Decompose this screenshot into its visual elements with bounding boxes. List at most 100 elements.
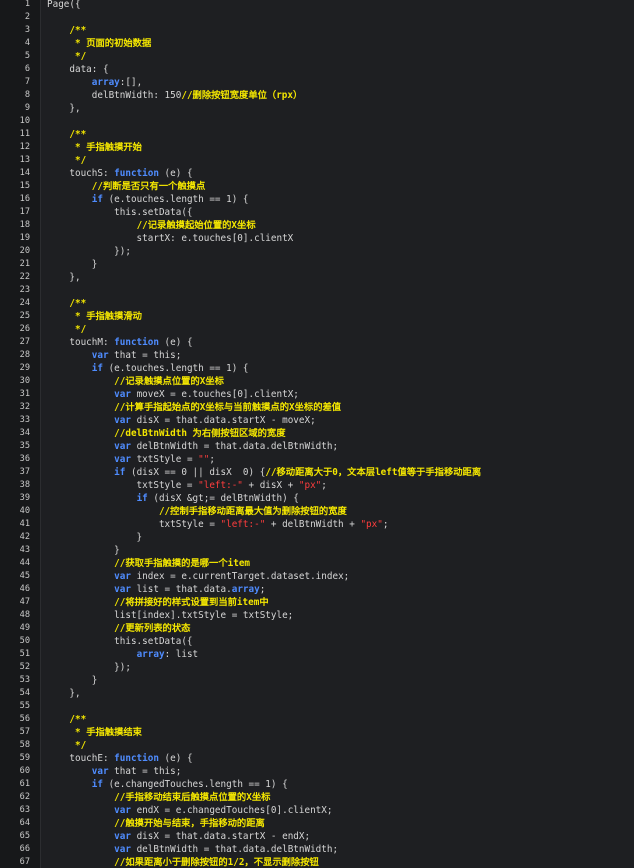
code-line[interactable]: //如果距离小于删除按钮的1/2，不显示删除按钮	[47, 856, 319, 868]
code-line[interactable]: //记录触摸起始位置的X坐标	[47, 219, 256, 232]
line-number: 56	[19, 714, 30, 724]
code-line[interactable]: //触摸开始与结束，手指移动的距离	[47, 817, 265, 830]
code-token-plain: (e.changedTouches.length == 1) {	[102, 779, 288, 790]
code-token-plain: data: {	[47, 64, 109, 75]
code-line[interactable]: //将拼接好的样式设置到当前item中	[47, 596, 268, 609]
code-token-kw: var	[114, 441, 131, 452]
code-line[interactable]: //计算手指起始点的X坐标与当前触摸点的X坐标的差值	[47, 401, 341, 414]
code-token-kw: var	[114, 805, 131, 816]
code-line[interactable]: * 手指触摸滑动	[47, 310, 142, 323]
code-line[interactable]: * 页面的初始数据	[47, 37, 151, 50]
code-line[interactable]: var delBtnWidth = that.data.delBtnWidth;	[47, 843, 338, 856]
code-token-plain: moveX = e.touches[0].clientX;	[130, 389, 299, 400]
code-line[interactable]: */	[47, 154, 86, 167]
code-line[interactable]: var list = that.data.array;	[47, 583, 265, 596]
code-line[interactable]: }	[47, 258, 98, 271]
code-line[interactable]: var that = this;	[47, 349, 182, 362]
line-number: 17	[19, 207, 30, 217]
code-line[interactable]: //获取手指触摸的是哪一个item	[47, 557, 250, 570]
code-line[interactable]: }	[47, 674, 98, 687]
code-line[interactable]: var endX = e.changedTouches[0].clientX;	[47, 804, 332, 817]
code-line[interactable]: this.setData({	[47, 635, 192, 648]
code-line[interactable]: delBtnWidth: 150//删除按钮宽度单位（rpx）	[47, 89, 303, 102]
code-area[interactable]: Page({ /** * 页面的初始数据 */ data: { array:[]…	[40, 0, 634, 868]
code-line[interactable]: if (e.touches.length == 1) {	[47, 193, 249, 206]
code-line[interactable]: /**	[47, 297, 86, 310]
line-number: 59	[19, 753, 30, 763]
code-line[interactable]: }	[47, 531, 143, 544]
code-token-plain: disX = that.data.startX - endX;	[130, 831, 311, 842]
code-line[interactable]: /**	[47, 24, 86, 37]
code-token-cm: //计算手指起始点的X坐标与当前触摸点的X坐标的差值	[114, 402, 342, 413]
code-line[interactable]: },	[47, 271, 80, 284]
code-line[interactable]: },	[47, 687, 80, 700]
code-line[interactable]: });	[47, 245, 131, 258]
line-number: 26	[19, 324, 30, 334]
code-line[interactable]: var moveX = e.touches[0].clientX;	[47, 388, 299, 401]
code-line[interactable]: if (e.touches.length == 1) {	[47, 362, 249, 375]
line-number: 9	[24, 103, 30, 113]
code-token-plain: ;	[259, 584, 266, 595]
line-number: 12	[19, 142, 30, 152]
code-line[interactable]: data: {	[47, 63, 109, 76]
code-line[interactable]: startX: e.touches[0].clientX	[47, 232, 294, 245]
code-token-plain: + delBtnWidth +	[265, 519, 361, 530]
line-number: 37	[19, 467, 30, 477]
code-token-plain: disX = that.data.startX - moveX;	[130, 415, 316, 426]
line-number: 3	[24, 25, 30, 35]
code-token-arr: array	[91, 77, 120, 88]
code-token-plain: list[index].txtStyle = txtStyle;	[47, 610, 294, 621]
code-line[interactable]: },	[47, 102, 80, 115]
code-line[interactable]: var txtStyle = "";	[47, 453, 215, 466]
code-token-plain: txtStyle =	[130, 454, 199, 465]
code-line[interactable]: var disX = that.data.startX - moveX;	[47, 414, 316, 427]
code-token-cm: */	[75, 51, 87, 62]
code-line[interactable]: //手指移动结束后触摸点位置的X坐标	[47, 791, 270, 804]
line-number: 65	[19, 831, 30, 841]
code-line[interactable]: var delBtnWidth = that.data.delBtnWidth;	[47, 440, 338, 453]
code-line[interactable]: list[index].txtStyle = txtStyle;	[47, 609, 293, 622]
code-line[interactable]: /**	[47, 713, 86, 726]
code-token-cm: * 手指触摸结束	[75, 727, 142, 738]
code-token-plain: touchE:	[47, 753, 115, 764]
code-line[interactable]: //记录触摸点位置的X坐标	[47, 375, 224, 388]
code-token-plain: (disX == 0 || disX 0) {	[125, 467, 266, 478]
code-line[interactable]: touchE: function (e) {	[47, 752, 192, 765]
code-token-kw: var	[114, 844, 131, 855]
code-line[interactable]: * 手指触摸结束	[47, 726, 142, 739]
code-token-plain: (disX &gt;= delBtnWidth) {	[147, 493, 299, 504]
code-line[interactable]: array:[],	[47, 76, 142, 89]
code-line[interactable]: var disX = that.data.startX - endX;	[47, 830, 310, 843]
code-line[interactable]: var index = e.currentTarget.dataset.inde…	[47, 570, 349, 583]
code-line[interactable]: */	[47, 50, 86, 63]
code-line[interactable]: //更新列表的状态	[47, 622, 190, 635]
code-editor[interactable]: 1 2 3 4 5 6 7 8 9 10 11 12 13 14 15 16 17 18 19 20 21 22 23 24 2…	[0, 0, 634, 868]
code-line[interactable]: /**	[47, 128, 86, 141]
code-line[interactable]: //delBtnWidth 为右侧按钮区域的宽度	[47, 427, 285, 440]
code-line[interactable]: */	[47, 739, 86, 752]
code-line[interactable]: //控制手指移动距离最大值为删除按钮的宽度	[47, 505, 347, 518]
code-line[interactable]: if (e.changedTouches.length == 1) {	[47, 778, 288, 791]
code-line[interactable]: if (disX == 0 || disX 0) {//移动距离大于0，文本层l…	[47, 466, 481, 479]
code-line[interactable]: this.setData({	[47, 206, 192, 219]
line-number: 66	[19, 844, 30, 854]
code-line[interactable]: touchS: function (e) {	[47, 167, 192, 180]
code-line[interactable]: txtStyle = "left:-" + delBtnWidth + "px"…	[47, 518, 389, 531]
code-line[interactable]: var that = this;	[47, 765, 182, 778]
code-line[interactable]: txtStyle = "left:-" + disX + "px";	[47, 479, 327, 492]
code-line[interactable]: */	[47, 323, 86, 336]
code-line[interactable]: array: list	[47, 648, 199, 661]
code-line[interactable]: Page({	[47, 0, 81, 11]
code-line[interactable]: //判断是否只有一个触摸点	[47, 180, 205, 193]
code-token-arr: array	[231, 584, 260, 595]
code-line[interactable]: touchM: function (e) {	[47, 336, 192, 349]
code-line[interactable]: * 手指触摸开始	[47, 141, 142, 154]
code-line[interactable]: }	[47, 544, 120, 557]
line-number: 29	[19, 363, 30, 373]
code-line[interactable]: });	[47, 661, 131, 674]
code-line[interactable]: if (disX &gt;= delBtnWidth) {	[47, 492, 299, 505]
line-number: 38	[19, 480, 30, 490]
